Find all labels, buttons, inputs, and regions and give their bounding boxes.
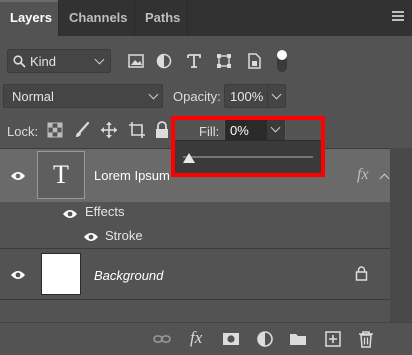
layers-panel: Layers Channels Paths Kind Normal Opacit… [0,0,412,355]
lock-all-icon[interactable] [153,121,171,139]
blend-mode-value: Normal [12,89,54,104]
layer-name[interactable]: Background [94,268,163,283]
text-layer-glyph: T [53,160,69,189]
link-layers-icon[interactable] [153,330,171,348]
filter-kind-label: Kind [30,54,57,69]
layers-scrollbar[interactable] [390,148,412,322]
layer-row-background[interactable]: Background [0,249,390,299]
stroke-effect-row[interactable]: Stroke [0,226,390,248]
panel-menu-icon[interactable] [392,11,404,23]
filter-kind-select[interactable]: Kind [7,49,111,73]
lock-transparent-pixels-icon[interactable] [46,121,64,139]
type-filter-icon[interactable] [185,52,203,70]
chevron-down-icon [148,89,159,100]
stroke-visibility-eye-icon[interactable] [83,232,99,242]
new-group-icon[interactable] [289,330,307,348]
tab-paths[interactable]: Paths [135,0,187,36]
new-layer-icon[interactable] [324,330,342,348]
shape-filter-icon[interactable] [215,52,233,70]
annotation-highlight-box [171,116,325,177]
tab-layers[interactable]: Layers [0,0,58,36]
opacity-field[interactable]: 100% [224,84,286,108]
adjustment-filter-icon[interactable] [155,52,173,70]
chevron-down-icon [94,54,105,65]
lock-label: Lock: [7,124,39,139]
visibility-eye-icon[interactable] [10,171,26,181]
layers-bottom-toolbar [0,322,412,355]
stroke-label: Stroke [105,228,143,243]
search-icon [13,55,26,68]
tab-bar: Layers Channels Paths [0,0,412,36]
text-layer-thumbnail: T [37,151,85,199]
effects-row[interactable]: Effects [0,202,390,226]
lock-image-pixels-icon[interactable] [73,121,91,139]
layer-effects-fx-icon[interactable]: fx [357,166,369,184]
opacity-label: Opacity: [173,89,221,104]
lock-position-icon[interactable] [100,121,118,139]
visibility-eye-icon[interactable] [10,270,26,280]
layer-name[interactable]: Lorem Ipsum [94,168,170,183]
layer-lock-icon [355,266,368,281]
collapse-effects-chevron-icon[interactable] [379,173,390,184]
blend-mode-select[interactable]: Normal [3,84,163,108]
tab-channels[interactable]: Channels [59,0,134,36]
add-mask-icon[interactable] [222,330,240,348]
effects-label: Effects [85,204,125,219]
filter-toggle-icon[interactable] [277,50,287,72]
background-layer-thumbnail [41,253,81,295]
smart-object-filter-icon[interactable] [245,52,263,70]
add-layer-style-icon[interactable]: fx [190,328,202,348]
image-filter-icon[interactable] [127,52,145,70]
effects-visibility-eye-icon[interactable] [62,209,78,219]
lock-artboard-icon[interactable] [128,121,146,139]
delete-layer-icon[interactable] [357,330,375,348]
new-adjustment-layer-icon[interactable] [256,330,274,348]
opacity-dropdown-icon[interactable] [271,89,282,100]
opacity-value[interactable]: 100% [230,89,263,104]
